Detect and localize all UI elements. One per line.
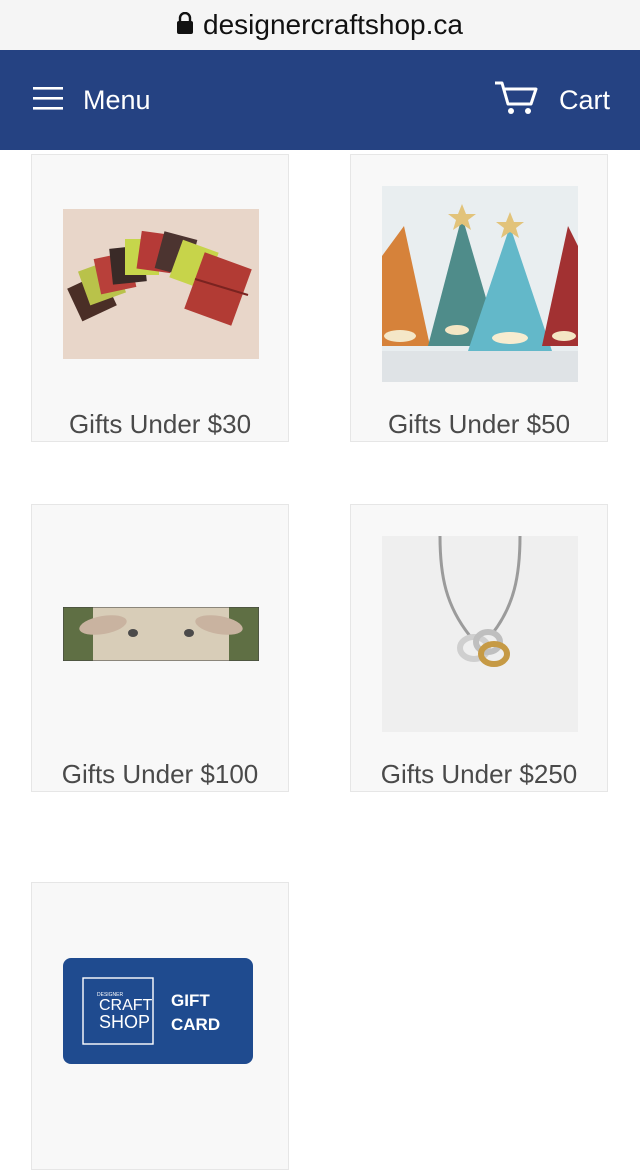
url-text: designercraftshop.ca: [203, 9, 463, 40]
gift-card-text-line1: GIFT: [171, 991, 210, 1010]
leather-journals-image: [63, 186, 259, 382]
lock-icon: [177, 9, 194, 41]
collection-title: Gifts Under $50: [387, 409, 571, 439]
menu-button[interactable]: Menu: [33, 78, 151, 122]
collection-title: Gifts Under $100: [61, 759, 259, 789]
cart-button[interactable]: Cart: [493, 78, 610, 122]
browser-url-bar[interactable]: designercraftshop.ca: [0, 0, 640, 51]
gift-card-logo-line2: SHOP: [99, 1012, 150, 1032]
ceramic-candle-holders-image: [382, 186, 578, 382]
gift-card-text-line2: CARD: [171, 1015, 220, 1034]
collection-card-under-100[interactable]: Gifts Under $100: [31, 504, 289, 792]
silver-necklace-image: [382, 536, 578, 732]
collection-card-under-30[interactable]: Gifts Under $30: [31, 154, 289, 442]
collection-title: Gifts Under $30: [68, 409, 252, 439]
collection-title: Gifts Under $250: [380, 759, 578, 789]
collection-card-gift-card[interactable]: DESIGNER CRAFT SHOP GIFT CARD: [31, 882, 289, 1170]
cart-icon: [493, 80, 539, 121]
collection-card-under-50[interactable]: Gifts Under $50: [350, 154, 608, 442]
collection-card-under-250[interactable]: Gifts Under $250: [350, 504, 608, 792]
sheep-banner-image: [63, 536, 259, 732]
menu-label: Menu: [83, 84, 151, 115]
hamburger-icon: [33, 86, 63, 115]
site-header: Menu Cart: [0, 50, 640, 150]
cart-label: Cart: [558, 84, 610, 115]
gift-card-image: DESIGNER CRAFT SHOP GIFT CARD: [63, 914, 259, 1110]
